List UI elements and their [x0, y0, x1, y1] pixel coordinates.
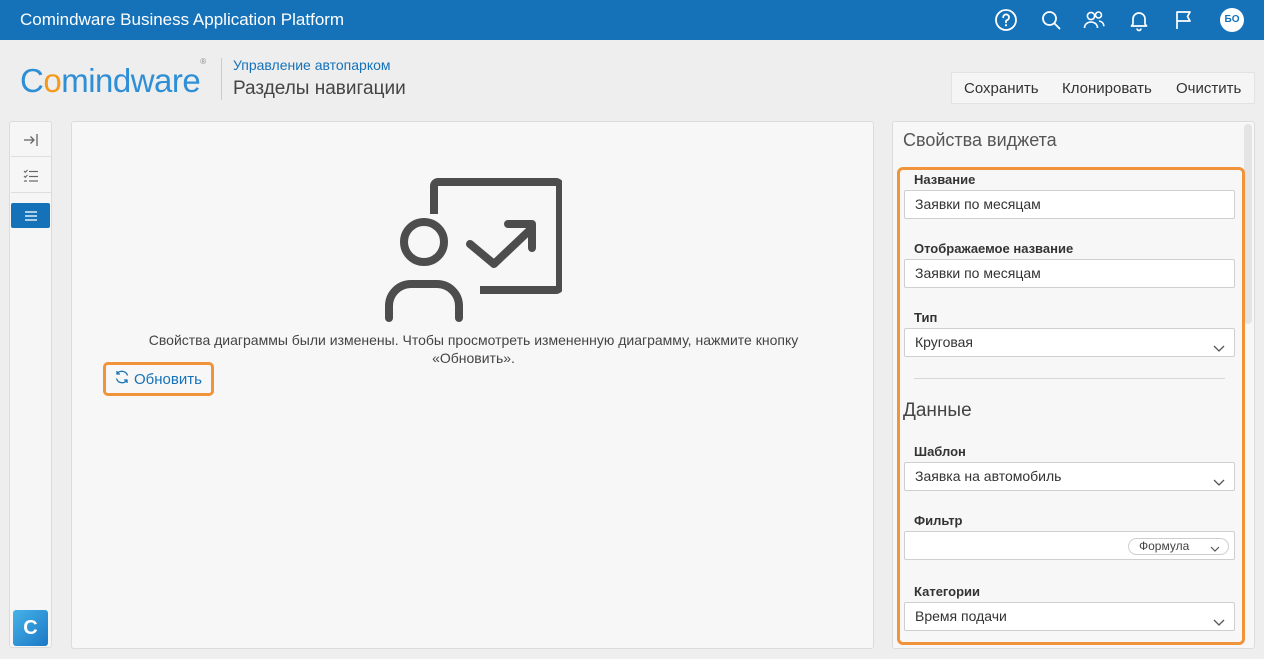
type-label: Тип: [914, 310, 938, 325]
list-icon[interactable]: [11, 203, 50, 228]
help-icon[interactable]: [994, 8, 1018, 32]
refresh-label: Обновить: [134, 370, 202, 388]
chart-changed-message: Свойства диаграммы были изменены. Чтобы …: [148, 332, 799, 366]
filter-input[interactable]: Формула: [904, 531, 1235, 560]
users-icon[interactable]: [1082, 8, 1106, 32]
top-bar: Comindware Business Application Platform…: [0, 0, 1264, 40]
categories-select[interactable]: Время подачи: [904, 602, 1235, 631]
type-value: Круговая: [915, 334, 974, 350]
categories-label: Категории: [914, 584, 981, 599]
name-label: Название: [914, 172, 976, 187]
data-section-title: Данные: [903, 400, 972, 421]
refresh-button[interactable]: Обновить: [103, 362, 214, 396]
widget-properties-panel: Свойства виджета Название Заявки по меся…: [892, 121, 1255, 649]
bell-icon[interactable]: [1127, 8, 1151, 32]
chevron-down-icon: [1213, 336, 1225, 363]
template-label: Шаблон: [914, 444, 966, 459]
toolbar: Сохранить Клонировать Очистить: [951, 72, 1255, 104]
chevron-down-icon: [1213, 610, 1225, 637]
avatar[interactable]: БО: [1220, 8, 1244, 32]
display-name-label: Отображаемое название: [914, 241, 1074, 256]
formula-label: Формула: [1139, 539, 1190, 553]
chart-preview-panel: Свойства диаграммы были изменены. Чтобы …: [71, 121, 874, 649]
categories-value: Время подачи: [915, 608, 1007, 624]
header-divider: [221, 58, 222, 100]
template-value: Заявка на автомобиль: [915, 468, 1062, 484]
flag-icon[interactable]: [1172, 8, 1196, 32]
properties-title: Свойства виджета: [903, 130, 1057, 150]
properties-scrollbar[interactable]: [1244, 124, 1252, 324]
save-button[interactable]: Сохранить: [964, 80, 1039, 97]
formula-dropdown[interactable]: Формула: [1128, 538, 1229, 555]
app-launcher-button[interactable]: C: [13, 610, 48, 646]
clone-button[interactable]: Клонировать: [1062, 80, 1152, 97]
filter-label: Фильтр: [914, 513, 963, 528]
collapse-icon[interactable]: [11, 123, 51, 157]
comindware-logo: Comindware®: [20, 57, 206, 99]
search-icon[interactable]: [1039, 8, 1063, 32]
app-title: Comindware Business Application Platform: [20, 10, 345, 29]
section-divider: [914, 378, 1225, 379]
refresh-icon: [114, 369, 134, 389]
page-header: Comindware® Управление автопарком Раздел…: [0, 40, 1264, 118]
checklist-icon[interactable]: [11, 159, 51, 193]
clear-button[interactable]: Очистить: [1176, 80, 1241, 97]
breadcrumb[interactable]: Управление автопарком: [233, 57, 391, 73]
left-rail: C: [9, 121, 52, 648]
display-name-input[interactable]: Заявки по месяцам: [904, 259, 1235, 288]
type-select[interactable]: Круговая: [904, 328, 1235, 357]
template-select[interactable]: Заявка на автомобиль: [904, 462, 1235, 491]
page-title: Разделы навигации: [233, 78, 406, 99]
chart-presentation-icon: [384, 178, 564, 322]
chevron-down-icon: [1213, 470, 1225, 497]
chevron-down-icon: [1210, 542, 1220, 557]
name-input[interactable]: Заявки по месяцам: [904, 190, 1235, 219]
